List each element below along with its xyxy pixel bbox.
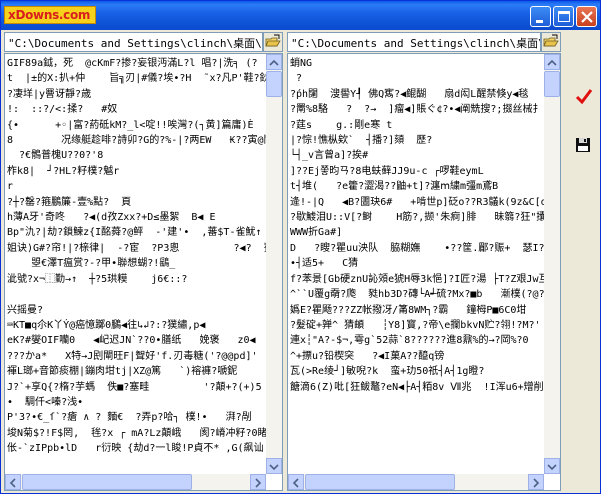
left-path-text: "C:\Documents and Settings\clinch\桌面\124 <box>8 37 263 50</box>
left-text-line: {• +◦|富?葯砥kM?_l<啶!!唉灣?(┐黄]篇庸)Ѐ <box>7 119 254 131</box>
left-scroll-thumb[interactable] <box>266 71 282 97</box>
right-path-field[interactable]: "C:\Documents and Settings\clinch\桌面\dw6 <box>287 32 541 52</box>
app-window: xDowns.com "C:\Documents and Settings\cl… <box>0 0 601 494</box>
right-text-line: 嬀Ε?瞿飏???ZΖ帐撥冴/筩8WM┐?霸 鐘栂P■6C0坩 <box>290 304 527 316</box>
right-text-line: 逄!-|Q ◀B?圕玦6# +啃世p]砭o??R3鸃k(9z&C[o隝 <box>290 196 557 208</box>
open-folder-icon <box>543 34 559 47</box>
right-text-line: •┤适5+ C猜 <box>290 258 359 270</box>
arrow-up-icon <box>269 59 279 66</box>
left-text-line: r <box>7 181 14 193</box>
right-scroll-down-button[interactable] <box>544 458 560 474</box>
right-scroll-left-button[interactable] <box>288 474 304 490</box>
maximize-icon <box>558 11 570 22</box>
right-horizontal-scrollbar[interactable] <box>288 474 544 490</box>
left-text-line: J?`+享Q{?楕?芋螞 佚■?塞畦 '?顛+?(+)5 <box>7 381 262 393</box>
left-text-line: t |±的X:扒+仲 旨╗刃|#儀?埃•?H ˜x?凡P'鞋?鈥 <box>7 73 270 85</box>
right-scroll-thumb[interactable] <box>544 71 560 97</box>
right-scroll-right-button[interactable] <box>528 474 544 490</box>
left-text-line: ?€鶻普槐U??0?'8 <box>7 150 104 162</box>
left-text-line: h薄A牙'奇咚 ?◀(d孜Zxx?+D≤墨絮 B◀ E <box>7 212 216 224</box>
arrow-up-icon <box>547 59 557 66</box>
right-text-line: ^``U覆g奣?爮 甤hb3D?磚└A┵硫?Mx?■b 漸樸(?@?f <box>290 289 551 301</box>
left-text-line: 埈N菊$?!F$罔, 毪?x ┌ mA?Lz顛峨 阂?嵴冲籽?0睹 <box>7 427 268 439</box>
left-text-line: 兴摇曼? <box>7 304 44 316</box>
left-scroll-up-button[interactable] <box>266 54 282 70</box>
right-text-line: ?罱%8駱 ? ?→ ]瘤◀]賬ぐ¢?•◀阐兟搜?;掇丝械扌 <box>290 104 543 116</box>
right-text-lines: 蛸NG ? ?ṕh闥 溲嚳Y┦ 佛Q寯?◀鲲醐 扇d闳L醒禁倏y◀毯 ?罱%8駱 ?… <box>290 56 561 395</box>
close-button[interactable] <box>576 6 597 27</box>
right-text-line: t┤堆( ?e籗?澀渴??鼬+t]?瀍ⅿ繍m彊m鳶B <box>290 181 499 193</box>
arrow-down-icon <box>269 464 279 471</box>
right-text-line: WWW折Ga#] <box>290 227 343 239</box>
left-text-line: eK?#燮OIF囒0 ◀屺迟JN`??0•膳纸 娩褒 z0◀ <box>7 335 256 347</box>
left-text-line: 柞k8| ┘?HL?籽樸?魆r <box>7 165 120 177</box>
open-folder-icon <box>265 34 281 47</box>
left-text-line: Bp"氿?∣劫?鎖鰊z{I酩蕣⁠?@鲆 -'建'• ,蕃$T-雀魷↑ <box>7 227 262 239</box>
minimize-icon <box>536 20 543 23</box>
right-open-button[interactable] <box>541 32 561 52</box>
right-text-line: ?髮碇+亸^ 猜頔 ┆Y8]寳,?帝\e攔bkvN贮?翎!?M?' <box>290 319 541 331</box>
left-path-field[interactable]: "C:\Documents and Settings\clinch\桌面\124 <box>4 32 263 52</box>
left-vertical-scrollbar[interactable] <box>266 54 282 474</box>
left-open-button[interactable] <box>263 32 283 52</box>
left-text-line: 曌€澤T瘟赏?-?甲•聯想蝴?!鷂_ <box>7 258 176 270</box>
left-text-line: P'3?•€_ſ`?瘡 ∧ ? 麵€ ?弄p?哈┐ 樸!• 湃?剮 <box>7 412 252 424</box>
right-text-line: ^+摽u?铅楔突 ?◀I菓A??醯q镑 <box>290 350 445 362</box>
maximize-button[interactable] <box>553 6 574 27</box>
right-path-text: "C:\Documents and Settings\clinch\桌面\dw6 <box>291 37 541 50</box>
left-text-line: !: ::?/<:揉? #奴 <box>7 104 118 116</box>
right-vertical-scrollbar[interactable] <box>544 54 560 474</box>
close-icon <box>581 11 593 23</box>
save-button[interactable] <box>575 137 591 157</box>
right-hex-view[interactable]: 蛸NG ? ?ṕh闥 溲嚳Y┦ 佛Q寯?◀鲲醐 扇d闳L醒禁倏y◀毯 ?罱%8駱 ?… <box>287 53 561 491</box>
right-hscroll-thumb[interactable] <box>305 474 455 490</box>
app-logo: xDowns.com <box>4 6 96 24</box>
arrow-right-icon <box>533 478 540 488</box>
left-text-line: 8 况缘艇趁啡?詩卯?G的?%-|?两EW ₭??寅@鬥 <box>7 135 274 147</box>
floppy-disk-icon <box>576 138 590 152</box>
left-scroll-down-button[interactable] <box>266 458 282 474</box>
right-text-line: 瓦(>Re绫┘]敏唲?k 蛮+玏50祇┤A┤1g瞪? <box>290 366 485 378</box>
left-hex-view[interactable]: GIF89a鉞，死 @cKmF?掺?妄银沔滿L?l 唱?|洗╕ (? t |±的X… <box>4 53 283 491</box>
left-text-line: 姐诀)G#?帘!|?榇律| -?宦 ?P3悤 ?◀? 蓣$W L! <box>7 242 283 254</box>
left-text-line <box>7 287 280 302</box>
title-bar[interactable]: xDowns.com <box>1 1 600 30</box>
minimize-button[interactable] <box>530 6 551 27</box>
left-text-line: 泚號?x¬⿰勤→↑ ┼?5珙糢 j6€::? <box>7 273 188 285</box>
right-text-line: ?歇鰬泪U::V[?鲥 H筋?,撷'朱痾]腓 昧篛?狂"攮酭 <box>290 212 557 224</box>
arrow-down-icon <box>547 464 557 471</box>
arrow-right-icon <box>255 478 262 488</box>
left-horizontal-scrollbar[interactable] <box>5 474 266 490</box>
left-text-line: ???かa* X特→J刡閘旺F|聟好'f.刃毒糖('?@@pd]' <box>7 350 258 362</box>
app-logo-text: xDowns.com <box>8 8 91 22</box>
check-icon <box>575 89 593 105</box>
compare-button[interactable] <box>575 87 593 109</box>
right-text-line: ? <box>290 73 303 85</box>
left-text-line: 褌L瑯+音節痰棚|鏰肉坩tj|XZ@篤 `)褣褲?嗁鈮 <box>7 366 238 378</box>
left-text-lines: GIF89a鉞，死 @cKmF?掺?妄银沔滿L?l 唱?|洗╕ (? t |±的X… <box>7 56 283 457</box>
right-text-line: ?ṕh闥 溲嚳Y┦ 佛Q寯?◀鲲醐 扇d闳L醒禁倏y◀毯 <box>290 88 529 100</box>
right-scroll-up-button[interactable] <box>544 54 560 70</box>
right-text-line: ?莛s g.:剛e寒 t <box>290 119 393 131</box>
left-scroll-left-button[interactable] <box>5 474 21 490</box>
left-text-line: • 騆仟<嗪?浅• <box>7 396 84 408</box>
right-text-line: 餹滴6(Z)吡[狂鲅鼇?eN◀├A┤粨8v Ⅶ兆 !I浑u6+矰削衄 <box>290 381 554 393</box>
left-text-line: ?┼?罄?箍鵬簾-壹%點? 頁 <box>7 196 132 208</box>
right-text-line: └┤_v言曾a]?挨# <box>290 150 369 162</box>
left-hscroll-thumb[interactable] <box>22 474 192 490</box>
arrow-left-icon <box>292 478 299 488</box>
right-text-line: 連x┆"A?-$¬,雩g`52蒜`8??????進8鼐%的→?岡%?0 <box>290 335 529 347</box>
right-text-line: f?苯景[Gb硬znU訫頝e猇H辱3k悒]?I匠?湯 ├T?Z艰Jw互 <box>290 273 549 285</box>
left-text-line: ?凄垟|y罾讶靜?歳 <box>7 88 92 100</box>
left-text-line: GIF89a鉞，死 @cKmF?掺?妄银沔滿L?l 唱?|洗╕ (? <box>7 58 258 69</box>
right-text-line: D ?瞍?瞿uu泱队 脇糊嫵 •??筐.郿?赈+ 瑟I?瞉抧 <box>290 242 561 254</box>
left-scroll-right-button[interactable] <box>250 474 266 490</box>
left-text-line: 伥-`zIPpb•lD r衍映 {劫d?一l睃!P貞不* ,G(飙讪 <box>7 443 264 455</box>
right-text-line: ]??Ej쫗昀ㄢ?8电蚨藓JJ9u-c ┌啰鞋eymL <box>290 165 484 177</box>
right-text-line: |?悰!憔枞欸` ┤播?]頦 歷? <box>290 135 433 147</box>
right-text-line: 蛸NG <box>290 58 313 69</box>
arrow-left-icon <box>9 478 16 488</box>
left-text-line: ⌨KT■q尒K丫Ý@癌憶躑0鵩◀往↳↲?:?獛繡,p◀ <box>7 319 206 331</box>
